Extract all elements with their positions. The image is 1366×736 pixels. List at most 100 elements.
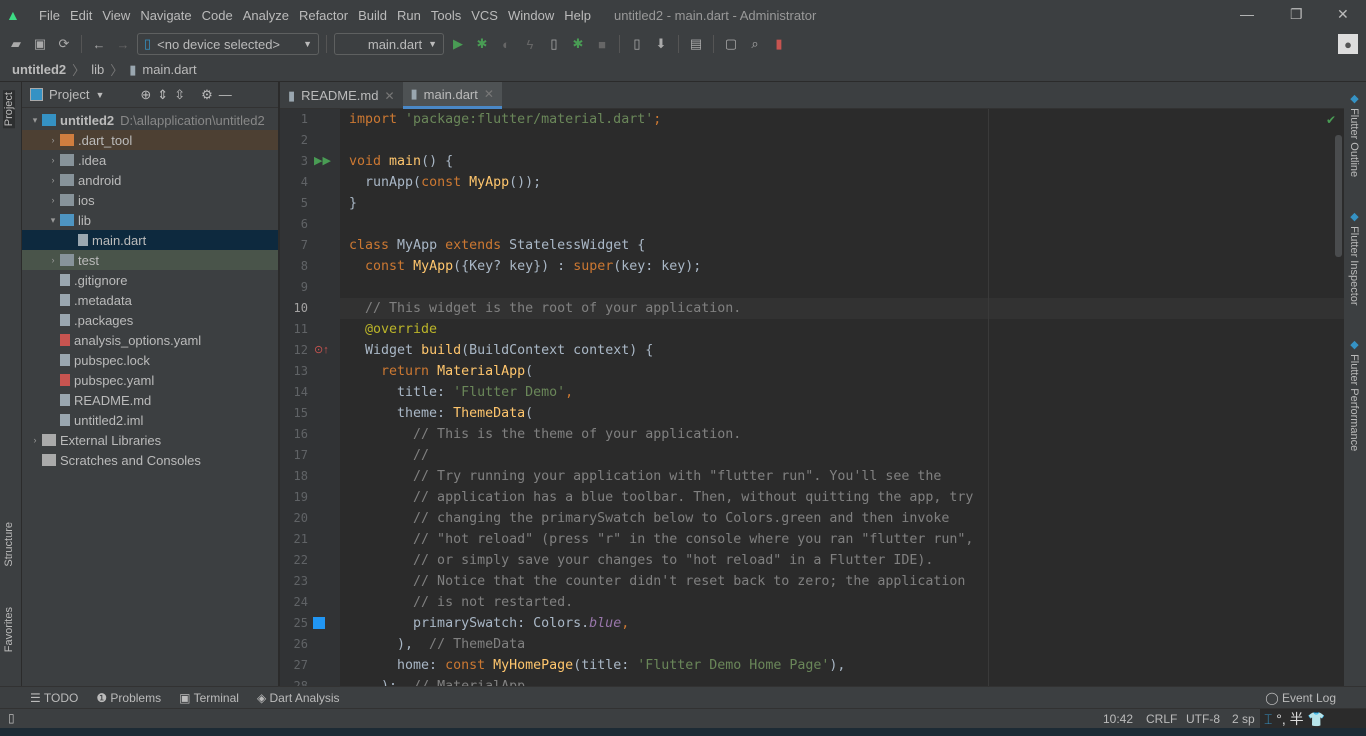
breadcrumb-file[interactable]: main.dart (142, 62, 196, 77)
menu-help[interactable]: Help (559, 8, 596, 23)
tab-main-dart[interactable]: ▮ main.dart ✕ (402, 82, 502, 109)
menu-navigate[interactable]: Navigate (135, 8, 196, 23)
coverage-icon[interactable]: ◐ (496, 34, 516, 54)
tree-item[interactable]: › .idea (22, 150, 278, 170)
menu-refactor[interactable]: Refactor (294, 8, 353, 23)
tree-item[interactable]: › External Libraries (22, 430, 278, 450)
breadcrumb-project[interactable]: untitled2 (12, 62, 66, 77)
stop-icon[interactable]: ■ (592, 34, 612, 54)
project-structure-icon[interactable]: ▤ (686, 34, 706, 54)
device-selector[interactable]: ▯ <no device selected> ▼ (137, 33, 319, 55)
toggle-tool-windows-icon[interactable]: ▯ (8, 711, 15, 725)
tool-tab-terminal[interactable]: ▣ Terminal (179, 691, 239, 705)
ime-toolbar[interactable]: ⌶ °, 半 👕 (1260, 709, 1366, 729)
tree-item[interactable]: main.dart (22, 230, 278, 250)
tool-tab-event-log[interactable]: ◯ Event Log (1265, 691, 1336, 705)
hide-icon[interactable]: — (219, 87, 232, 102)
gear-icon[interactable]: ⚙ (201, 87, 213, 103)
run-icon[interactable]: ▶ (448, 34, 468, 54)
tree-item[interactable]: › test (22, 250, 278, 270)
menu-file[interactable]: File (34, 8, 65, 23)
expand-arrow-icon[interactable]: › (46, 175, 60, 185)
tree-item[interactable]: .metadata (22, 290, 278, 310)
tab-readme-md[interactable]: ▮ README.md ✕ (280, 82, 403, 109)
search-icon[interactable]: ⌕ (745, 34, 765, 54)
tree-item[interactable]: Scratches and Consoles (22, 450, 278, 470)
expand-arrow-icon[interactable]: › (46, 255, 60, 265)
open-folder-icon[interactable]: ▰ (6, 34, 26, 54)
tool-tab-flutter-inspector[interactable]: ◆ Flutter Inspector (1348, 210, 1361, 306)
tool-tab-dart-analysis[interactable]: ◈ Dart Analysis (257, 691, 340, 705)
save-icon[interactable]: ▣ (30, 34, 50, 54)
menu-tools[interactable]: Tools (426, 8, 466, 23)
tool-tab-favorites[interactable]: Favorites (3, 607, 15, 652)
tool-tab-problems[interactable]: ❶ Problems (96, 691, 161, 705)
menu-edit[interactable]: Edit (65, 8, 97, 23)
debug-icon[interactable]: ✱ (472, 34, 492, 54)
tree-item[interactable]: › android (22, 170, 278, 190)
sdk-manager-icon[interactable]: ⬇ (651, 34, 671, 54)
menu-analyze[interactable]: Analyze (238, 8, 294, 23)
run-anything-icon[interactable]: ▢ (721, 34, 741, 54)
collapse-all-icon[interactable]: ⇳ (174, 87, 185, 103)
tree-item[interactable]: .packages (22, 310, 278, 330)
maximize-button[interactable]: ❐ (1290, 6, 1303, 23)
tool-tab-todo[interactable]: ☰ TODO (30, 691, 78, 705)
close-button[interactable]: ✕ (1337, 6, 1349, 23)
attach-debugger-icon[interactable]: ✱ (568, 34, 588, 54)
override-gutter-icon[interactable]: ⊙↑ (314, 343, 329, 356)
tree-item[interactable]: analysis_options.yaml (22, 330, 278, 350)
tool-tab-flutter-outline[interactable]: ◆ Flutter Outline (1348, 92, 1361, 177)
menu-build[interactable]: Build (353, 8, 392, 23)
device-mirror-icon[interactable]: ▮ (769, 34, 789, 54)
sync-icon[interactable]: ⟳ (54, 34, 74, 54)
tool-tab-structure[interactable]: Structure (3, 522, 15, 567)
tree-item[interactable]: ▾ lib (22, 210, 278, 230)
run-gutter-icon[interactable]: ▶▶ (314, 154, 331, 167)
minimize-button[interactable]: — (1240, 6, 1254, 22)
tree-item[interactable]: pubspec.yaml (22, 370, 278, 390)
line-separator[interactable]: CRLF (1146, 712, 1177, 726)
chevron-down-icon[interactable]: ▼ (95, 90, 104, 100)
avd-manager-icon[interactable]: ▯ (627, 34, 647, 54)
tool-tab-project[interactable]: Project (3, 90, 15, 129)
code-token: class (349, 238, 398, 253)
menu-code[interactable]: Code (197, 8, 238, 23)
close-tab-icon[interactable]: ✕ (384, 89, 394, 103)
tree-item[interactable]: › ios (22, 190, 278, 210)
scrollbar[interactable] (1335, 135, 1342, 257)
expand-arrow-icon[interactable]: › (46, 195, 60, 205)
locate-icon[interactable]: ⊕ (140, 87, 151, 103)
back-icon[interactable]: ← (89, 34, 109, 54)
menu-window[interactable]: Window (503, 8, 559, 23)
device-manager-icon[interactable]: ▯ (544, 34, 564, 54)
color-swatch-icon[interactable] (313, 617, 325, 629)
menu-vcs[interactable]: VCS (466, 8, 503, 23)
project-view-selector[interactable]: Project (49, 87, 89, 102)
tree-item[interactable]: pubspec.lock (22, 350, 278, 370)
code-editor[interactable]: ✔ import 'package:flutter/material.dart'… (340, 109, 1344, 686)
expand-arrow-icon[interactable]: › (28, 435, 42, 445)
avatar-icon[interactable]: ● (1338, 34, 1358, 54)
tool-tab-flutter-performance[interactable]: ◆ Flutter Performance (1348, 338, 1361, 451)
indent-setting[interactable]: 2 sp (1232, 712, 1255, 726)
run-config-selector[interactable]: main.dart ▼ (334, 33, 444, 55)
expand-all-icon[interactable]: ⇕ (157, 87, 168, 103)
menu-run[interactable]: Run (392, 8, 426, 23)
tree-item[interactable]: .gitignore (22, 270, 278, 290)
close-tab-icon[interactable]: ✕ (484, 87, 494, 101)
tree-item[interactable]: README.md (22, 390, 278, 410)
tree-item[interactable]: › .dart_tool (22, 130, 278, 150)
expand-arrow-icon[interactable]: › (46, 155, 60, 165)
file-encoding[interactable]: UTF-8 (1186, 712, 1220, 726)
breadcrumb-lib[interactable]: lib (91, 62, 104, 77)
expand-arrow-icon[interactable]: ▾ (46, 215, 60, 226)
forward-icon[interactable]: → (113, 34, 133, 54)
hot-reload-icon[interactable]: ϟ (520, 34, 540, 54)
tree-item[interactable]: untitled2.iml (22, 410, 278, 430)
expand-arrow-icon[interactable]: ▾ (28, 115, 42, 126)
tree-item[interactable]: ▾ untitled2 D:\allapplication\untitled2 (22, 110, 278, 130)
caret-position[interactable]: 10:42 (1103, 712, 1133, 726)
expand-arrow-icon[interactable]: › (46, 135, 60, 145)
menu-view[interactable]: View (97, 8, 135, 23)
